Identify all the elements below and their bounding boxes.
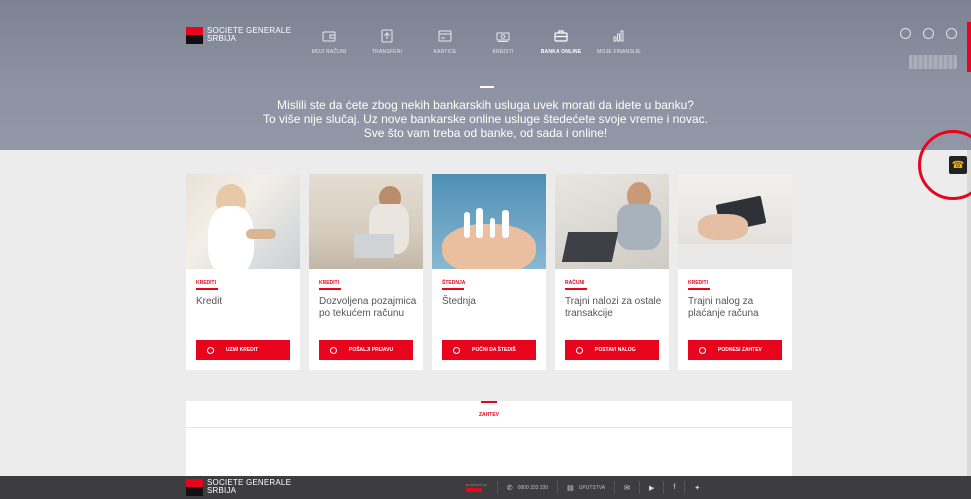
- request-section: ZAHTEV: [186, 401, 792, 481]
- briefcase-icon: [554, 30, 568, 42]
- phone-icon: ✆: [506, 484, 513, 492]
- posalji-prijavu-button[interactable]: POŠALJI PRIJAVU: [319, 340, 413, 360]
- podnesi-zahtev-button[interactable]: PODNESI ZAHTEV: [688, 340, 782, 360]
- card-image-family-hands: [432, 174, 546, 269]
- card-title: Štednja: [442, 296, 476, 307]
- brand-country: SRBIJA: [207, 34, 237, 43]
- service-card-pozajmica[interactable]: KREDITI Dozvoljena pozajmica po tekućem …: [309, 174, 423, 370]
- service-card-trajni-nalog-racuna[interactable]: KREDITI Trajni nalog za plaćanje računa …: [678, 174, 792, 370]
- card-image-laptop-man: [309, 174, 423, 269]
- request-tab[interactable]: ZAHTEV: [186, 412, 792, 418]
- card-image-credit-card: [678, 174, 792, 269]
- card-icon: [438, 30, 452, 42]
- powered-by: powered by: [466, 483, 487, 492]
- twitter-icon: ✦: [694, 484, 701, 492]
- footer-phone[interactable]: ✆ 0800 333 330: [496, 481, 557, 494]
- top-utility-icons: [900, 28, 957, 39]
- check-circle-icon: [330, 346, 337, 354]
- postavi-nalog-button[interactable]: POSTAVI NALOG: [565, 340, 659, 360]
- footer-twitter[interactable]: ✦: [684, 481, 709, 494]
- footer-links: powered by ✆ 0800 333 330 ▤ UPUTSTVA ✉ ▶ f…: [466, 476, 709, 499]
- logo-mark-icon: [186, 479, 203, 496]
- settings-icon[interactable]: [900, 28, 911, 39]
- service-cards: KREDITI Kredit UZMI KREDIT KREDITI Dozvo…: [186, 174, 792, 370]
- facebook-icon: f: [673, 484, 676, 491]
- side-accent-bar: [967, 22, 971, 72]
- youtube-icon: ▶: [648, 484, 655, 492]
- footer-youtube[interactable]: ▶: [638, 481, 663, 494]
- brand-logo[interactable]: SOCIETE GENERALE SRBIJA: [186, 27, 291, 44]
- mail-icon: ✉: [624, 484, 630, 492]
- card-image-handshake: [186, 174, 300, 269]
- card-title: Kredit: [196, 296, 223, 307]
- card-title: Trajni nalozi za ostale transakcije: [565, 296, 662, 319]
- wallet-icon: [322, 31, 336, 42]
- uzmi-kredit-button[interactable]: UZMI KREDIT: [196, 340, 290, 360]
- transfer-icon: [381, 29, 393, 43]
- nav-item-moje-finansije[interactable]: MOJE FINANSIJE: [590, 28, 648, 55]
- service-card-trajni-nalozi-transakcije[interactable]: RAČUNI Trajni nalozi za ostale transakci…: [555, 174, 669, 370]
- document-icon: ▤: [567, 484, 574, 492]
- nav-item-moji-racuni[interactable]: MOJI RAČUNI: [300, 28, 358, 55]
- scrollbar[interactable]: [967, 150, 971, 476]
- chat-icon[interactable]: [923, 28, 934, 39]
- card-title: Trajni nalog za plaćanje računa: [688, 296, 759, 319]
- card-title: Dozvoljena pozajmica po tekućem računu: [319, 296, 417, 319]
- header-hero: SOCIETE GENERALE SRBIJA MOJI RAČUNI TRAN…: [0, 0, 971, 150]
- footer-mail[interactable]: ✉: [614, 481, 639, 494]
- logo-mark-icon: [186, 27, 203, 44]
- hero-text: Mislili ste da ćete zbog nekih bankarski…: [263, 98, 708, 140]
- user-info-blurred: [909, 55, 957, 69]
- callback-phone-icon[interactable]: ☎: [949, 156, 967, 174]
- nav-item-krediti[interactable]: KREDITI: [474, 28, 532, 55]
- nav-item-kartice[interactable]: KARTICE: [416, 28, 474, 55]
- money-icon: [496, 32, 510, 42]
- service-card-kredit[interactable]: KREDITI Kredit UZMI KREDIT: [186, 174, 300, 370]
- main-nav: MOJI RAČUNI TRANSFERI KARTICE KREDITI BA…: [300, 28, 648, 55]
- footer: SOCIETE GENERALE SRBIJA powered by ✆ 0800…: [0, 476, 971, 499]
- hero-divider: [480, 86, 494, 88]
- check-circle-icon: [699, 346, 706, 354]
- check-circle-icon: [453, 346, 460, 354]
- footer-guide[interactable]: ▤ UPUTSTVA: [557, 481, 614, 494]
- check-circle-icon: [207, 346, 214, 354]
- nav-item-banka-online[interactable]: BANKA ONLINE: [532, 28, 590, 55]
- service-card-stednja[interactable]: ŠTEDNJA Štednja POČNI DA ŠTEDIŠ: [432, 174, 546, 370]
- check-circle-icon: [576, 346, 583, 354]
- bar-chart-icon: [613, 30, 624, 42]
- card-image-man-laptop: [555, 174, 669, 269]
- nav-item-transferi[interactable]: TRANSFERI: [358, 28, 416, 55]
- footer-logo[interactable]: SOCIETE GENERALE SRBIJA: [186, 479, 291, 496]
- footer-facebook[interactable]: f: [663, 481, 684, 494]
- pocni-da-stedis-button[interactable]: POČNI DA ŠTEDIŠ: [442, 340, 536, 360]
- logout-icon[interactable]: [946, 28, 957, 39]
